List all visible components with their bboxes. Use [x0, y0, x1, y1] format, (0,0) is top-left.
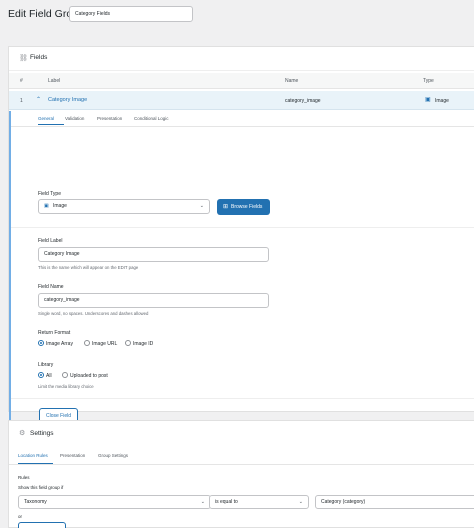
chevron-down-icon: ⌄	[200, 499, 205, 505]
field-row-type: Image	[435, 98, 449, 104]
field-label-input[interactable]: Category Image	[38, 247, 269, 262]
radio-selected-icon	[38, 372, 44, 378]
rule-operator-value: is equal to	[215, 499, 238, 505]
field-type-label: Field Type	[38, 191, 61, 197]
fields-panel: ⛓ Fields # Label Name Type 1 ⌃ Category …	[8, 46, 474, 429]
chevron-up-icon[interactable]: ⌃	[36, 96, 41, 103]
radio-icon	[125, 340, 131, 346]
browse-fields-button[interactable]: ⊞ Browse Fields	[217, 199, 270, 215]
return-format-label: Return Format	[38, 330, 71, 336]
image-icon: ▣	[44, 203, 49, 209]
library-label: Library	[38, 362, 54, 368]
return-format-image-array[interactable]: Image Array	[38, 340, 73, 347]
field-label-label: Field Label	[38, 238, 63, 244]
rule-param-select[interactable]: Taxonomy ⌄	[18, 495, 211, 509]
settings-panel-header: ⚙ Settings	[9, 421, 474, 447]
fields-panel-header: ⛓ Fields	[9, 47, 474, 71]
field-row-name: category_image	[285, 98, 321, 104]
active-tab-indicator	[38, 124, 64, 125]
settings-panel-title: Settings	[30, 430, 54, 437]
add-rule-group-button[interactable]	[18, 522, 66, 528]
rule-param-value: Taxonomy	[24, 499, 47, 505]
field-name-label: Field Name	[38, 284, 64, 290]
return-format-image-url[interactable]: Image URL	[84, 340, 117, 347]
or-label: or	[18, 514, 23, 519]
field-row[interactable]: 1 ⌃ Category Image category_image ▣ Imag…	[9, 91, 474, 110]
field-name-input[interactable]: category_image	[38, 293, 269, 308]
divider	[11, 227, 474, 228]
tab-validation[interactable]: Validation	[65, 116, 84, 121]
return-format-image-id[interactable]: Image ID	[125, 340, 153, 347]
gear-icon: ⚙	[19, 430, 26, 437]
field-name-hint: Single word, no spaces. Underscores and …	[38, 311, 149, 316]
grid-icon: ⊞	[223, 204, 229, 210]
chevron-down-icon: ⌄	[298, 499, 303, 505]
radio-icon	[84, 340, 90, 346]
tab-conditional-logic[interactable]: Conditional Logic	[134, 116, 169, 121]
tab-group-settings[interactable]: Group Settings	[98, 453, 128, 458]
library-hint: Limit the media library choice	[38, 384, 94, 389]
settings-tabs: Location Rules Presentation Group Settin…	[9, 449, 474, 465]
show-if-label: Show this field group if	[18, 485, 64, 490]
active-tab-indicator	[18, 463, 53, 464]
fields-table-header: # Label Name Type	[9, 73, 474, 89]
chevron-down-icon: ⌄	[199, 203, 204, 209]
rule-value-value: Category (category)	[321, 499, 366, 505]
column-label: Label	[48, 78, 61, 84]
column-num: #	[20, 78, 23, 84]
field-group-title-input[interactable]: Category Fields	[69, 6, 193, 22]
rule-operator-select[interactable]: is equal to ⌄	[209, 495, 309, 509]
settings-panel: ⚙ Settings Location Rules Presentation G…	[8, 420, 474, 528]
fields-panel-title: Fields	[30, 54, 48, 61]
field-row-label[interactable]: Category Image	[48, 97, 87, 103]
radio-icon	[62, 372, 68, 378]
rules-label: Rules	[18, 475, 30, 480]
tab-general[interactable]: General	[38, 116, 54, 121]
radio-selected-icon	[38, 340, 44, 346]
field-editor-tabs: General Validation Presentation Conditio…	[11, 111, 474, 127]
column-type: Type	[423, 78, 434, 84]
field-editor: General Validation Presentation Conditio…	[9, 111, 474, 429]
rule-value-select[interactable]: Category (category)	[315, 495, 474, 509]
browse-fields-label: Browse Fields	[231, 204, 263, 210]
field-row-num: 1	[20, 98, 23, 104]
field-type-value: Image	[53, 203, 67, 209]
tab-presentation[interactable]: Presentation	[97, 116, 122, 121]
field-label-hint: This is the name which will appear on th…	[38, 265, 139, 270]
column-name: Name	[285, 78, 299, 84]
library-all[interactable]: All	[38, 372, 52, 379]
link-icon: ⛓	[19, 55, 28, 62]
image-icon: ▣	[425, 97, 431, 103]
field-type-select[interactable]: ▣ Image ⌄	[38, 199, 210, 214]
page-header: Edit Field Group Category Fields	[0, 0, 474, 30]
tab-location-rules[interactable]: Location Rules	[18, 453, 48, 458]
divider	[11, 398, 474, 399]
library-uploaded-to-post[interactable]: Uploaded to post	[62, 372, 108, 379]
tab-presentation[interactable]: Presentation	[60, 453, 85, 458]
